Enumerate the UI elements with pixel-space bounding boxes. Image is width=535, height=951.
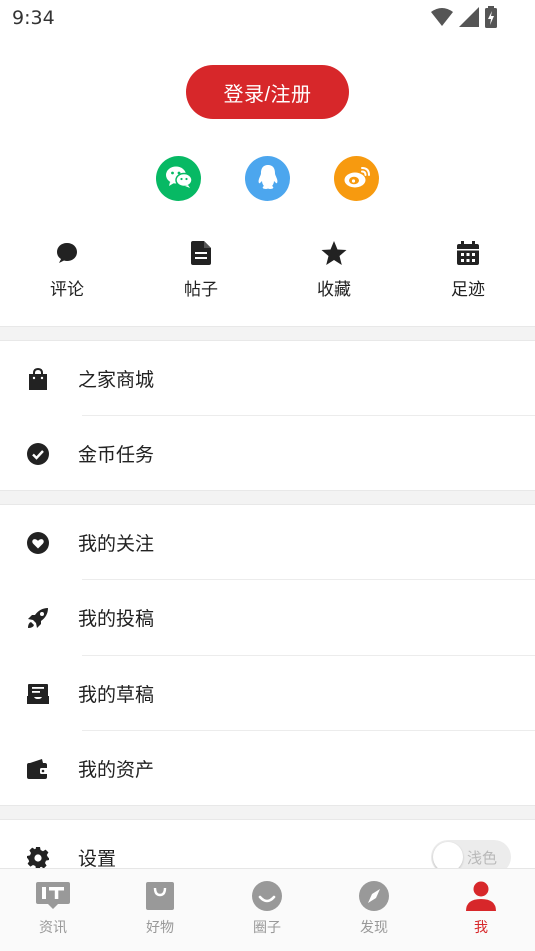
drafts-tray-icon xyxy=(26,682,50,706)
status-bar: 9:34 xyxy=(0,0,535,36)
check-circle-icon xyxy=(26,442,50,466)
bottom-tab-bar: 资讯 好物 圈子 发现 我 xyxy=(0,868,535,951)
menu-item-label: 设置 xyxy=(78,848,117,870)
quick-action-favorites[interactable]: 收藏 xyxy=(294,238,374,300)
tab-label: 资讯 xyxy=(39,920,67,936)
rocket-icon xyxy=(26,606,50,630)
compass-icon xyxy=(359,881,389,915)
quick-action-history[interactable]: 足迹 xyxy=(428,238,508,300)
menu-item-coin-tasks[interactable]: 金币任务 xyxy=(0,416,535,491)
tab-label: 好物 xyxy=(146,920,174,936)
tab-me[interactable]: 我 xyxy=(446,881,516,937)
star-icon xyxy=(321,241,347,269)
wechat-login-button[interactable] xyxy=(156,156,201,201)
login-register-button[interactable]: 登录/注册 xyxy=(186,65,349,119)
comment-icon xyxy=(55,241,79,269)
weibo-icon xyxy=(343,165,371,193)
wifi-icon xyxy=(431,7,453,31)
heart-circle-icon xyxy=(26,531,50,555)
menu-item-mall[interactable]: 之家商城 xyxy=(0,341,535,416)
menu-item-my-assets[interactable]: 我的资产 xyxy=(0,731,535,806)
menu-item-label: 我的投稿 xyxy=(78,608,155,630)
quick-action-label: 足迹 xyxy=(451,280,485,300)
menu-item-my-drafts[interactable]: 我的草稿 xyxy=(0,656,535,731)
gear-icon xyxy=(26,846,50,870)
circle-icon xyxy=(252,881,282,915)
tab-discover[interactable]: 发现 xyxy=(339,881,409,937)
quick-action-label: 评论 xyxy=(50,280,84,300)
menu-item-label: 我的资产 xyxy=(78,759,155,781)
quick-action-comments[interactable]: 评论 xyxy=(27,238,107,300)
theme-toggle-label: 浅色 xyxy=(467,849,498,867)
tab-label: 我 xyxy=(474,920,488,936)
shopping-bag-icon xyxy=(26,367,50,391)
tab-circle[interactable]: 圈子 xyxy=(232,881,302,937)
quick-action-posts[interactable]: 帖子 xyxy=(161,238,241,300)
battery-icon xyxy=(485,6,497,32)
menu-item-my-follows[interactable]: 我的关注 xyxy=(0,505,535,580)
qq-penguin-icon xyxy=(257,164,279,194)
tab-goods[interactable]: 好物 xyxy=(125,881,195,937)
quick-action-label: 帖子 xyxy=(184,280,218,300)
menu-item-my-posts[interactable]: 我的投稿 xyxy=(0,580,535,655)
tab-news[interactable]: 资讯 xyxy=(18,881,88,937)
user-icon xyxy=(466,881,496,915)
status-time: 9:34 xyxy=(12,7,55,29)
shopping-bag-icon xyxy=(146,882,174,914)
wechat-icon xyxy=(165,165,193,193)
section-divider xyxy=(0,326,535,341)
menu-item-label: 我的草稿 xyxy=(78,684,155,706)
menu-item-label: 金币任务 xyxy=(78,444,155,466)
weibo-login-button[interactable] xyxy=(334,156,379,201)
news-icon xyxy=(36,882,70,914)
section-divider xyxy=(0,490,535,505)
calendar-icon xyxy=(457,241,479,269)
tab-label: 圈子 xyxy=(253,920,281,936)
qq-login-button[interactable] xyxy=(245,156,290,201)
section-divider xyxy=(0,805,535,820)
document-icon xyxy=(191,241,211,269)
cellular-signal-icon xyxy=(459,7,479,31)
menu-item-label: 之家商城 xyxy=(78,369,155,391)
menu-item-label: 我的关注 xyxy=(78,533,155,555)
tab-label: 发现 xyxy=(360,920,388,936)
quick-action-label: 收藏 xyxy=(317,280,351,300)
wallet-icon xyxy=(26,757,50,781)
